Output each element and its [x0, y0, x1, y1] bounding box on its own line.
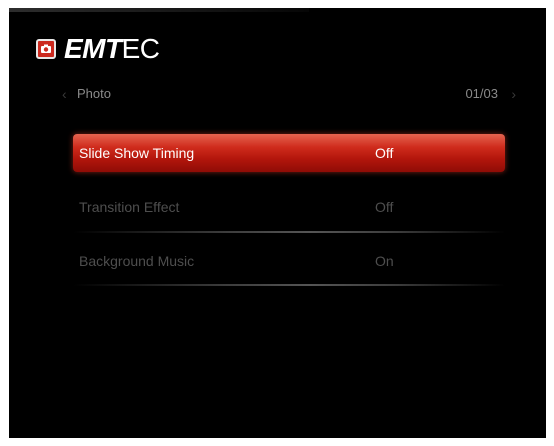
- setting-value: Off: [375, 145, 394, 161]
- divider: [73, 231, 505, 233]
- category-title: Photo: [77, 86, 111, 101]
- page-indicator: 01/03: [465, 86, 498, 101]
- chevron-left-icon[interactable]: ‹: [62, 86, 67, 102]
- divider: [73, 284, 505, 286]
- emtec-logo: EMTEC: [36, 34, 160, 64]
- setting-label: Transition Effect: [79, 199, 180, 215]
- tv-screen: EMTEC ‹ Photo 01/03 › Slide Show Timing …: [9, 8, 546, 438]
- setting-value: Off: [375, 199, 394, 215]
- setting-label: Background Music: [79, 253, 195, 269]
- setting-label: Slide Show Timing: [79, 145, 195, 161]
- setting-value: On: [375, 253, 394, 269]
- chevron-right-icon[interactable]: ›: [511, 86, 516, 102]
- setting-slide-show-timing[interactable]: Slide Show Timing Off: [73, 134, 505, 172]
- setting-background-music[interactable]: Background Music On: [73, 242, 505, 280]
- category-nav: ‹ Photo 01/03 ›: [62, 86, 520, 102]
- camera-icon: [36, 39, 56, 59]
- setting-transition-effect[interactable]: Transition Effect Off: [73, 188, 505, 226]
- top-fade: [9, 8, 309, 12]
- brand-name: EMTEC: [64, 33, 160, 64]
